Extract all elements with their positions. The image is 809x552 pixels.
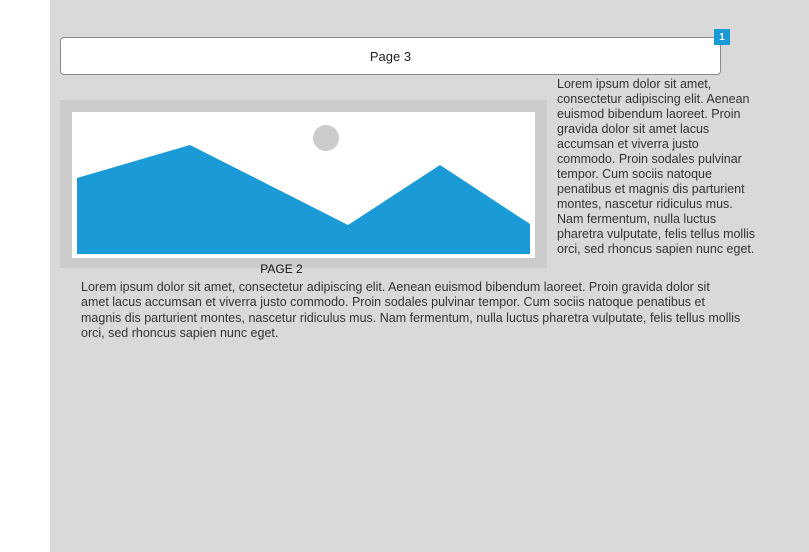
- side-paragraph: Lorem ipsum dolor sit amet, consectetur …: [557, 77, 756, 256]
- page-title-bar[interactable]: Page 3: [60, 37, 721, 75]
- landscape-placeholder-icon: [77, 125, 530, 254]
- mountain-icon: [77, 145, 530, 254]
- sun-icon: [313, 125, 339, 151]
- body-paragraph: Lorem ipsum dolor sit amet, consectetur …: [81, 280, 741, 340]
- image-placeholder[interactable]: [60, 100, 547, 268]
- page-number-badge: 1: [714, 29, 730, 45]
- image-content: [72, 112, 535, 258]
- page-title: Page 3: [369, 48, 412, 64]
- image-caption: PAGE 2: [260, 262, 303, 276]
